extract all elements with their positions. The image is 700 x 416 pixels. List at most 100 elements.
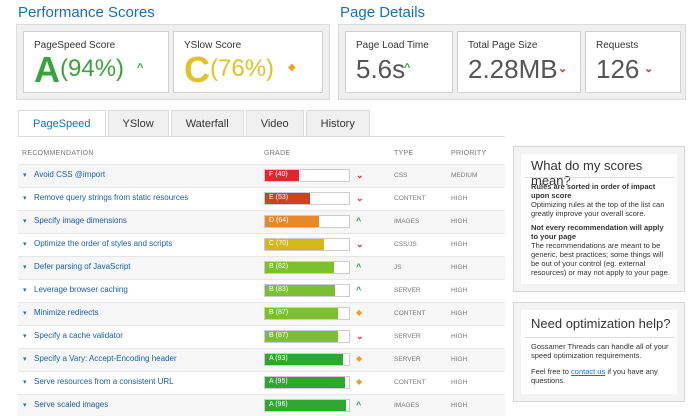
expand-triangle-icon[interactable]: ▾ xyxy=(23,194,27,202)
recommendation-name[interactable]: Optimize the order of styles and scripts xyxy=(34,239,172,248)
grade-bar: D (64) xyxy=(264,215,350,228)
grade-text: B (87) xyxy=(269,332,289,339)
grade-text: B (82) xyxy=(269,263,289,270)
optimization-help-box: Need optimization help? Gossamer Threads… xyxy=(513,302,685,402)
grade-bar: E (53) xyxy=(264,192,350,205)
table-row[interactable]: ▾ Defer parsing of JavaScript B (82) ^ JS HIG… xyxy=(18,256,505,279)
yslow-grade: C xyxy=(184,49,210,90)
table-row[interactable]: ▾ Specify image dimensions D (64) ^ IMAGES HI… xyxy=(18,210,505,233)
scores-box-p2: The recommendations are meant to be gene… xyxy=(531,241,670,277)
type-label: CONTENT xyxy=(394,379,426,386)
table-row[interactable]: ▾ Avoid CSS @import F (40) ⌄ CSS MEDIUM xyxy=(18,164,505,187)
scores-box-p2-heading: Not every recommendation will apply to y… xyxy=(531,223,664,241)
help-box-body: Gossamer Threads can handle all of your … xyxy=(531,342,671,385)
expand-triangle-icon[interactable]: ▾ xyxy=(23,355,27,363)
grade-text: B (87) xyxy=(269,309,289,316)
performance-scores-panel: PageSpeed Score A (94%) ^ YSlow Score C … xyxy=(16,24,330,100)
scores-box-p1: Optimizing rules at the top of the list … xyxy=(531,200,665,218)
expand-triangle-icon[interactable]: ▾ xyxy=(23,378,27,386)
grade-bar: B (82) xyxy=(264,261,350,274)
chevron-down-icon: ⌄ xyxy=(356,170,364,180)
expand-triangle-icon[interactable]: ▾ xyxy=(23,286,27,294)
arrow-up-icon: ^ xyxy=(356,400,362,410)
expand-triangle-icon[interactable]: ▾ xyxy=(23,217,27,225)
help-box-title: Need optimization help? xyxy=(531,316,671,331)
priority-label: HIGH xyxy=(451,264,468,271)
expand-triangle-icon[interactable]: ▾ xyxy=(23,401,27,409)
recommendation-name[interactable]: Serve resources from a consistent URL xyxy=(34,377,174,386)
contact-us-link[interactable]: contact us xyxy=(571,367,605,376)
table-row[interactable]: ▾ Remove query strings from static resour… xyxy=(18,187,505,210)
pagespeed-score-card: PageSpeed Score A (94%) ^ xyxy=(23,31,169,93)
requests-value: 126 xyxy=(596,54,640,84)
tab-pagespeed[interactable]: PageSpeed xyxy=(18,110,106,136)
arrow-up-icon: ^ xyxy=(356,262,362,272)
header-type: TYPE xyxy=(394,150,414,157)
grade-bar: A (93) xyxy=(264,353,350,366)
expand-triangle-icon[interactable]: ▾ xyxy=(23,171,27,179)
chevron-down-icon: ⌄ xyxy=(558,63,568,75)
tab-history[interactable]: History xyxy=(305,110,370,136)
expand-triangle-icon[interactable]: ▾ xyxy=(23,263,27,271)
total-page-size-value: 2.28MB xyxy=(468,54,558,84)
help-box-p2: Feel free to contact us if you have any … xyxy=(531,367,671,385)
diamond-icon: ◆ xyxy=(288,62,296,73)
table-row[interactable]: ▾ Optimize the order of styles and script… xyxy=(18,233,505,256)
type-label: CONTENT xyxy=(394,195,426,202)
grade-bar: A (95) xyxy=(264,376,350,389)
requests-card: Requests 126 ⌄ xyxy=(585,31,681,93)
grade-text: A (96) xyxy=(269,401,288,408)
type-label: JS xyxy=(394,264,402,271)
recommendation-name[interactable]: Specify image dimensions xyxy=(34,216,127,225)
expand-triangle-icon[interactable]: ▾ xyxy=(23,332,27,340)
total-page-size-card: Total Page Size 2.28MB ⌄ xyxy=(457,31,581,93)
table-row[interactable]: ▾ Specify a Vary: Accept-Encoding header A… xyxy=(18,348,505,371)
tab-yslow[interactable]: YSlow xyxy=(107,110,169,136)
priority-label: HIGH xyxy=(451,241,468,248)
diamond-icon: ◆ xyxy=(356,308,363,317)
divider xyxy=(524,177,674,178)
grade-text: E (53) xyxy=(269,194,289,201)
recommendation-name[interactable]: Specify a cache validator xyxy=(34,331,123,340)
recommendation-name[interactable]: Serve scaled images xyxy=(34,400,108,409)
page-load-time-label: Page Load Time xyxy=(356,40,429,51)
expand-triangle-icon[interactable]: ▾ xyxy=(23,309,27,317)
diamond-icon: ◆ xyxy=(356,377,363,386)
header-recommendation: RECOMMENDATION xyxy=(22,150,94,157)
grade-bar: A (96) xyxy=(264,399,350,412)
recommendation-name[interactable]: Specify a Vary: Accept-Encoding header xyxy=(34,354,177,363)
type-label: SERVER xyxy=(394,287,421,294)
priority-label: HIGH xyxy=(451,379,468,386)
tab-waterfall[interactable]: Waterfall xyxy=(170,110,244,136)
grade-text: C (70) xyxy=(269,240,289,247)
priority-label: HIGH xyxy=(451,310,468,317)
table-row[interactable]: ▾ Minimize redirects B (87) ◆ CONTENT HIGH xyxy=(18,302,505,325)
grade-text: F (40) xyxy=(269,171,288,178)
recommendation-name[interactable]: Defer parsing of JavaScript xyxy=(34,262,131,271)
tab-video[interactable]: Video xyxy=(245,110,304,136)
grade-bar: B (83) xyxy=(264,284,350,297)
grade-bar: B (87) xyxy=(264,330,350,343)
recommendation-name[interactable]: Remove query strings from static resourc… xyxy=(34,193,188,202)
pagespeed-percent: (94%) xyxy=(60,55,125,82)
table-row[interactable]: ▾ Specify a cache validator B (87) ⌄ SERVER H… xyxy=(18,325,505,348)
priority-label: HIGH xyxy=(451,402,468,409)
table-row[interactable]: ▾ Leverage browser caching B (83) ^ SERVER HI… xyxy=(18,279,505,302)
recommendation-name[interactable]: Avoid CSS @import xyxy=(34,170,105,179)
recommendation-table: ▾ Avoid CSS @import F (40) ⌄ CSS MEDIUM ▾ Remov… xyxy=(18,164,505,416)
diamond-icon: ◆ xyxy=(356,354,363,363)
table-row[interactable]: ▾ Serve resources from a consistent URL A … xyxy=(18,371,505,394)
type-label: SERVER xyxy=(394,356,421,363)
page-details-title: Page Details xyxy=(340,4,426,21)
grade-bar: F (40) xyxy=(264,169,350,182)
expand-triangle-icon[interactable]: ▾ xyxy=(23,240,27,248)
grade-text: A (95) xyxy=(269,378,288,385)
arrow-up-icon: ^ xyxy=(137,62,144,74)
recommendation-name[interactable]: Minimize redirects xyxy=(34,308,98,317)
help-box-p1: Gossamer Threads can handle all of your … xyxy=(531,342,669,360)
grade-text: D (64) xyxy=(269,217,289,224)
page-load-time-card: Page Load Time 5.6s ^ xyxy=(345,31,453,93)
page-load-time-value: 5.6s xyxy=(356,54,406,84)
table-row[interactable]: ▾ Serve scaled images A (96) ^ IMAGES HIGH xyxy=(18,394,505,416)
recommendation-name[interactable]: Leverage browser caching xyxy=(34,285,128,294)
